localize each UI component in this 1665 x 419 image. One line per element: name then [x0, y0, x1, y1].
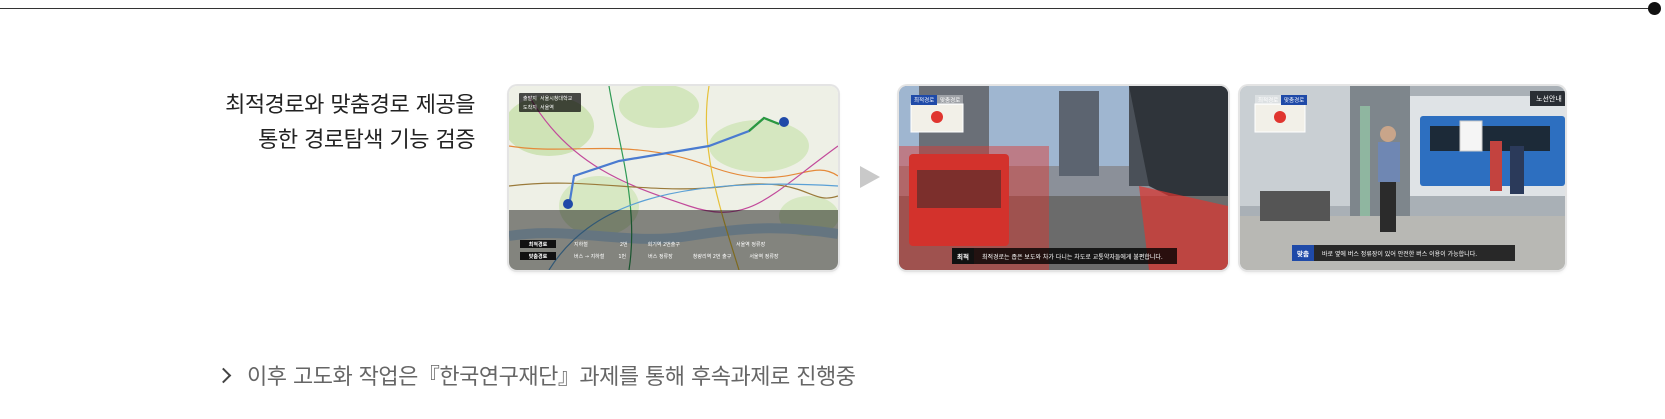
street-view-custom-image: 노선안내 최적경로 맞춤경로 맞춤 바로 옆에 버스 정류장이 있어 안전한 버…	[1240, 86, 1565, 270]
caption-text-optimal: 최적경로는 좁은 보도와 차가 다니는 차도로 교통약자들에게 불편합니다.	[981, 253, 1163, 261]
destination-row: 도착지 서울역	[523, 104, 554, 111]
route-tag-optimal: 최적경로	[520, 240, 556, 248]
tag-custom-active: 맞춤경로	[1281, 95, 1308, 105]
tag-optimal-active: 최적경로	[911, 95, 938, 105]
caption-optimal: 최적 최적경로는 좁은 보도와 차가 다니는 차도로 교통약자들에게 불편합니다…	[952, 248, 1177, 264]
headline-line-2: 통한 경로탐색 기능 검증	[258, 128, 475, 153]
origin-value: 서울시청대학교	[540, 96, 573, 102]
top-divider-dot	[1648, 2, 1661, 15]
caption-custom: 맞춤 바로 옆에 버스 정류장이 있어 안전한 버스 이용이 가능합니다.	[1292, 245, 1515, 261]
tag-optimal-inactive: 최적경로	[1255, 95, 1282, 105]
section-headline: 최적경로와 맞춤경로 제공을 통한 경로탐색 기능 검증	[150, 88, 475, 158]
tag-custom-inactive: 맞춤경로	[937, 95, 964, 105]
route-cell: 회기역 2번출구	[647, 241, 680, 248]
route-cell: 1번	[618, 253, 627, 260]
route-cell: 지하철	[574, 241, 588, 248]
caption-text-custom: 바로 옆에 버스 정류장이 있어 안전한 버스 이용이 가능합니다.	[1321, 250, 1478, 258]
origin-row: 출발지 서울시청대학교	[523, 95, 572, 102]
street-view-optimal-graphic	[899, 86, 1228, 270]
route-cell: 버스 → 지하철	[574, 253, 605, 260]
follow-up-note-text: 이후 고도화 작업은『한국연구재단』과제를 통해 후속과제로 진행중	[247, 365, 856, 390]
route-row-optimal: 최적경로 지하철 2번 회기역 2번출구 서울역 정류장	[509, 238, 838, 250]
caption-tag-optimal: 최적	[952, 248, 974, 264]
top-divider-line	[0, 8, 1652, 9]
play-arrow-icon	[860, 166, 880, 188]
destination-value: 서울역	[540, 105, 554, 111]
route-cell: 청량리역 2번 출구	[692, 253, 732, 260]
follow-up-note: 이후 고도화 작업은『한국연구재단』과제를 통해 후속과제로 진행중	[215, 360, 856, 390]
chevron-right-icon	[215, 367, 232, 383]
headline-line-1: 최적경로와 맞춤경로 제공을	[225, 93, 475, 118]
route-cell: 버스 정류장	[648, 253, 673, 260]
route-cell: 2번	[619, 241, 628, 248]
street-view-custom-graphic	[1240, 86, 1565, 270]
route-row-custom: 맞춤경로 버스 → 지하철 1번 버스 정류장 청량리역 2번 출구 서울역 정…	[509, 250, 838, 262]
caption-tag-custom: 맞춤	[1292, 245, 1314, 261]
route-map-image: 출발지 서울시청대학교 도착지 서울역 최적경로 지하철 2번 회기역 2번출구…	[509, 86, 838, 270]
route-cell: 서울역 정류장	[749, 253, 779, 260]
route-tag-custom: 맞춤경로	[520, 252, 556, 260]
street-view-optimal-image: 최적경로 맞춤경로 최적 최적경로는 좁은 보도와 차가 다니는 차도로 교통약…	[899, 86, 1228, 270]
destination-label: 도착지	[523, 105, 537, 111]
route-info-sign: 노선안내	[1536, 95, 1562, 103]
route-cell: 서울역 정류장	[735, 241, 766, 248]
origin-label: 출발지	[523, 96, 537, 102]
